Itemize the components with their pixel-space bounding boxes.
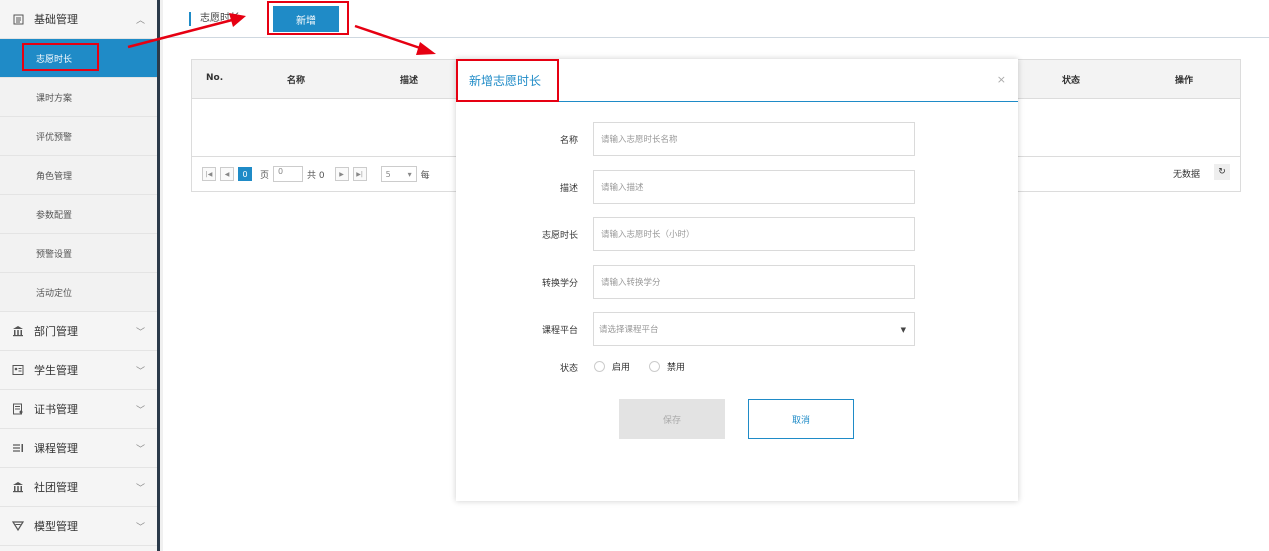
column-header-status: 状态 — [1062, 76, 1081, 86]
status-disabled-radio[interactable]: 禁用 — [649, 360, 685, 373]
menu-group-label: 模型管理 — [34, 520, 78, 533]
form-row-status: 状态 启用 禁用 — [456, 359, 1018, 375]
radio-circle-icon — [649, 361, 660, 372]
column-header-description: 描述 — [400, 76, 419, 86]
list-icon — [12, 442, 24, 454]
caret-down-icon: ▾ — [407, 169, 412, 179]
column-header-name: 名称 — [287, 76, 306, 86]
status-enabled-radio[interactable]: 启用 — [594, 360, 630, 373]
name-input[interactable]: 请输入志愿时长名称 — [593, 122, 915, 156]
save-button[interactable]: 保存 — [619, 399, 725, 439]
hours-input[interactable]: 请输入志愿时长（小时） — [593, 217, 915, 251]
column-header-actions: 操作 — [1175, 76, 1194, 86]
sidebar-item-role-management[interactable]: 角色管理 — [0, 156, 157, 195]
sidebar-item-parameter-config[interactable]: 参数配置 — [0, 195, 157, 234]
menu-group-label: 社团管理 — [34, 481, 78, 494]
per-page-label: 每 — [420, 170, 430, 181]
form-row-description: 描述 请输入描述 — [456, 170, 1018, 204]
sidebar-item-warning-settings[interactable]: 预警设置 — [0, 234, 157, 273]
page-label: 页 — [260, 170, 270, 181]
certificate-icon — [12, 403, 24, 415]
highlight-box-title — [456, 59, 559, 102]
no-data-text: 无数据 — [1172, 170, 1200, 180]
sidebar-item-award-warning[interactable]: 评优预警 — [0, 117, 157, 156]
document-icon — [12, 13, 24, 25]
radio-label: 禁用 — [667, 363, 686, 373]
page-size-value: 5 — [385, 169, 391, 179]
form-row-credits: 转换学分 请输入转换学分 — [456, 265, 1018, 299]
highlight-box-sidebar — [22, 43, 99, 71]
radio-label: 启用 — [612, 363, 631, 373]
cancel-button[interactable]: 取消 — [748, 399, 854, 439]
platform-placeholder: 请选择课程平台 — [599, 325, 659, 335]
institution-icon — [12, 481, 24, 493]
credits-input[interactable]: 请输入转换学分 — [593, 265, 915, 299]
total-label: 共 0 — [307, 170, 325, 181]
menu-group-student[interactable]: 学生管理 ﹀ — [0, 351, 157, 390]
form-row-name: 名称 请输入志愿时长名称 — [456, 122, 1018, 156]
funnel-icon — [12, 520, 24, 532]
radio-circle-icon — [594, 361, 605, 372]
caret-down-icon: ▼ — [900, 326, 906, 334]
hours-label: 志愿时长 — [541, 231, 578, 241]
prev-page-icon[interactable]: ◀ — [220, 167, 234, 181]
menu-group-label: 基础管理 — [34, 13, 78, 26]
name-label: 名称 — [559, 136, 578, 146]
menu-group-label: 课程管理 — [34, 442, 78, 455]
chevron-down-icon: ﹀ — [135, 406, 145, 416]
chevron-down-icon: ﹀ — [135, 367, 145, 377]
platform-label: 课程平台 — [541, 326, 578, 336]
topbar: 志愿时长 新增 — [163, 0, 1269, 38]
menu-group-label: 证书管理 — [34, 403, 78, 416]
next-page-icon[interactable]: ▶ — [334, 167, 349, 181]
chevron-down-icon: ﹀ — [135, 328, 145, 338]
column-header-no: No. — [206, 73, 224, 83]
close-icon[interactable]: × — [997, 73, 1006, 86]
description-label: 描述 — [559, 184, 578, 194]
form-row-hours: 志愿时长 请输入志愿时长（小时） — [456, 217, 1018, 251]
menu-group-certificate[interactable]: 证书管理 ﹀ — [0, 390, 157, 429]
menu-group-basic[interactable]: 基础管理 ︿ — [0, 0, 157, 39]
sidebar-item-activity-location[interactable]: 活动定位 — [0, 273, 157, 312]
add-volunteer-hours-dialog: 新增志愿时长 × 名称 请输入志愿时长名称 描述 请输入描述 志愿时长 请输入志… — [456, 59, 1018, 501]
chevron-up-icon: ︿ — [135, 16, 145, 26]
dialog-header: 新增志愿时长 × — [456, 59, 1018, 102]
student-card-icon — [12, 364, 24, 376]
chevron-down-icon: ﹀ — [135, 523, 145, 533]
menu-group-model[interactable]: 模型管理 ﹀ — [0, 507, 157, 546]
menu-group-label: 部门管理 — [34, 325, 78, 338]
menu-group-department[interactable]: 部门管理 ﹀ — [0, 312, 157, 351]
status-label: 状态 — [559, 364, 578, 374]
last-page-icon[interactable]: ▶| — [352, 167, 367, 181]
current-page: 0 — [238, 167, 252, 181]
refresh-icon[interactable]: ↻ — [1214, 164, 1230, 180]
form-row-platform: 课程平台 请选择课程平台 ▼ — [456, 312, 1018, 346]
institution-icon — [12, 325, 24, 337]
highlight-box-add — [267, 1, 349, 35]
chevron-down-icon: ﹀ — [135, 484, 145, 494]
menu-group-course[interactable]: 课程管理 ﹀ — [0, 429, 157, 468]
platform-select[interactable]: 请选择课程平台 ▼ — [593, 312, 915, 346]
page-input[interactable]: 0 — [273, 166, 304, 182]
page-size-select[interactable]: 5 ▾ — [380, 166, 417, 182]
sidebar: 基础管理 ︿ 志愿时长 课时方案 评优预警 角色管理 参数配置 预警设置 活动定… — [0, 0, 160, 551]
chevron-down-icon: ﹀ — [135, 445, 145, 455]
credits-label: 转换学分 — [541, 279, 578, 289]
breadcrumb: 志愿时长 — [189, 11, 240, 26]
first-page-icon[interactable]: |◀ — [202, 167, 216, 181]
menu-group-label: 学生管理 — [34, 364, 78, 377]
sidebar-item-course-plan[interactable]: 课时方案 — [0, 78, 157, 117]
description-input[interactable]: 请输入描述 — [593, 170, 915, 204]
menu-group-club[interactable]: 社团管理 ﹀ — [0, 468, 157, 507]
